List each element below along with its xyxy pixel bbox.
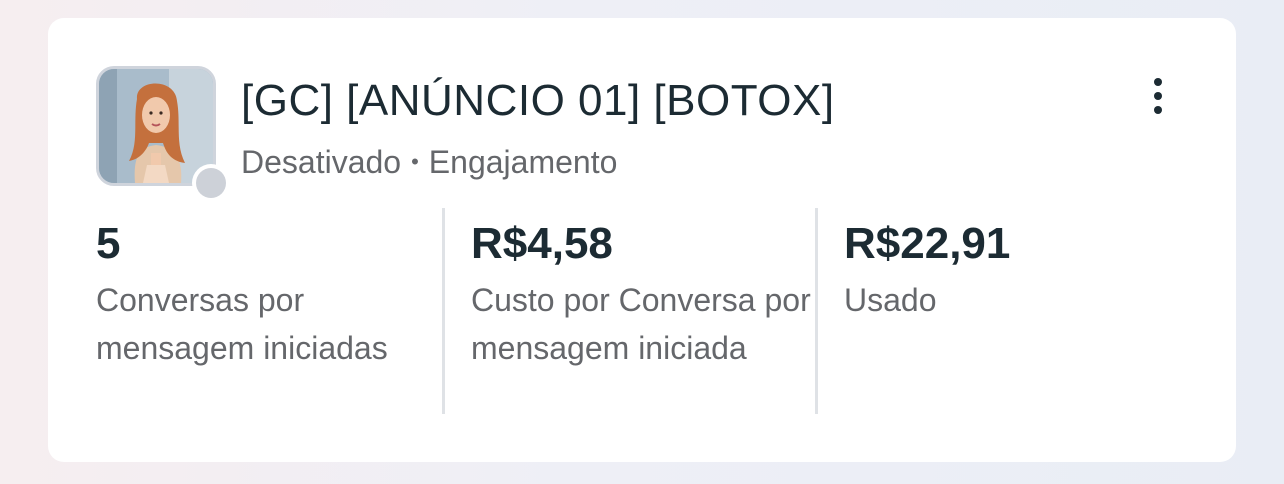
metrics-row: 5 Conversas por mensagem iniciadas R$4,5… bbox=[96, 208, 1188, 414]
more-vertical-icon bbox=[1154, 106, 1162, 114]
status-indicator bbox=[192, 164, 230, 202]
ad-status: Desativado bbox=[241, 144, 402, 180]
metric-value: R$4,58 bbox=[471, 219, 613, 268]
metric-label: Usado bbox=[844, 282, 937, 318]
metric-label: Custo por Conversa por mensagem iniciada bbox=[471, 282, 811, 366]
status-dot-inactive bbox=[196, 168, 226, 198]
more-options-button[interactable] bbox=[1138, 74, 1178, 118]
separator-dot: • bbox=[411, 149, 419, 174]
ad-thumbnail-wrap[interactable] bbox=[96, 66, 230, 202]
metric-value: R$22,91 bbox=[844, 219, 1011, 268]
more-vertical-icon bbox=[1154, 78, 1162, 86]
ad-objective: Engajamento bbox=[428, 144, 618, 180]
metric-conversations: 5 Conversas por mensagem iniciadas bbox=[96, 208, 442, 414]
metric-amount-spent: R$22,91 Usado bbox=[815, 208, 1188, 414]
ad-title[interactable]: [GC] [ANÚNCIO 01] [BOTOX] bbox=[241, 76, 835, 126]
more-vertical-icon bbox=[1154, 92, 1162, 100]
ad-subtitle: Desativado • Engajamento bbox=[241, 144, 617, 181]
metric-label: Conversas por mensagem iniciadas bbox=[96, 282, 388, 366]
ad-thumbnail-image bbox=[99, 69, 213, 183]
metric-value: 5 bbox=[96, 219, 121, 268]
ad-card[interactable]: [GC] [ANÚNCIO 01] [BOTOX] Desativado • Eng… bbox=[48, 18, 1236, 462]
metric-cost-per-conversation: R$4,58 Custo por Conversa por mensagem i… bbox=[442, 208, 815, 414]
